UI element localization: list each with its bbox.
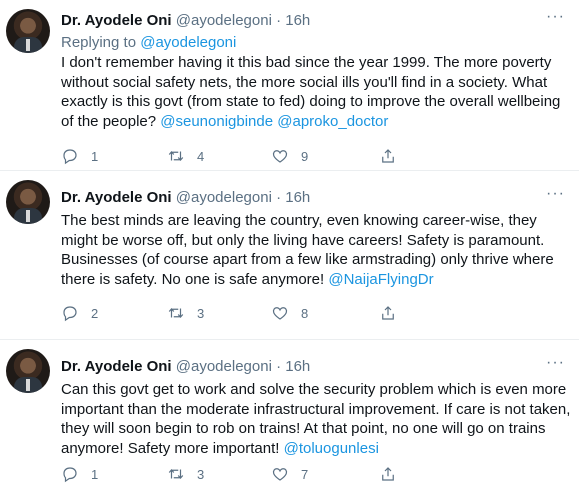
tweet-header: Dr. Ayodele Oni @ayodelegoni · 16h [61, 188, 310, 207]
retweet-button[interactable]: 4 [167, 147, 204, 165]
share-icon [382, 306, 394, 320]
tweet-1[interactable]: Dr. Ayodele Oni @ayodelegoni · 16h ··· R… [0, 0, 579, 170]
reply-button[interactable]: 1 [61, 465, 98, 483]
tweet-header: Dr. Ayodele Oni @ayodelegoni · 16h [61, 11, 310, 30]
reply-icon [63, 306, 77, 322]
reply-count: 1 [91, 148, 99, 164]
tweet-text: Can this govt get to work and solve the … [61, 380, 571, 458]
mention-link[interactable]: @toluogunlesi [284, 440, 379, 457]
tweet-actions: 1 3 7 [61, 465, 501, 485]
more-icon[interactable]: ··· [546, 354, 565, 372]
more-icon[interactable]: ··· [546, 185, 565, 203]
timestamp[interactable]: 16h [285, 358, 310, 375]
like-count: 9 [301, 148, 309, 164]
replying-to: Replying to @ayodelegoni [61, 34, 236, 51]
avatar[interactable] [6, 9, 50, 53]
share-button[interactable] [379, 304, 397, 322]
retweet-icon [168, 307, 184, 319]
like-button[interactable]: 9 [271, 147, 308, 165]
like-icon [272, 468, 288, 481]
mention-link[interactable]: @NaijaFlyingDr [328, 271, 433, 288]
like-icon [272, 307, 288, 320]
retweet-icon [168, 150, 184, 162]
retweet-count: 4 [197, 148, 205, 164]
share-button[interactable] [379, 465, 397, 483]
share-icon [382, 467, 394, 481]
tweet-actions: 1 4 9 [61, 147, 501, 167]
tweet-header: Dr. Ayodele Oni @ayodelegoni · 16h [61, 357, 310, 376]
timestamp[interactable]: 16h [285, 189, 310, 206]
mention-link[interactable]: @aproko_doctor [277, 113, 388, 130]
separator-dot: · [276, 12, 282, 29]
reply-icon [63, 467, 77, 483]
author-handle[interactable]: @ayodelegoni [176, 12, 272, 29]
share-button[interactable] [379, 147, 397, 165]
reply-button[interactable]: 2 [61, 304, 98, 322]
author-handle[interactable]: @ayodelegoni [176, 358, 272, 375]
separator-dot: · [276, 358, 282, 375]
reply-icon [63, 149, 77, 165]
more-icon[interactable]: ··· [546, 8, 565, 26]
replying-to-label: Replying to [61, 34, 137, 51]
author-name[interactable]: Dr. Ayodele Oni [61, 12, 172, 29]
reply-count: 1 [91, 466, 99, 482]
author-name[interactable]: Dr. Ayodele Oni [61, 189, 172, 206]
tweet-text: The best minds are leaving the country, … [61, 211, 571, 289]
timestamp[interactable]: 16h [285, 12, 310, 29]
share-icon [382, 149, 394, 163]
like-button[interactable]: 7 [271, 465, 308, 483]
retweet-button[interactable]: 3 [167, 465, 204, 483]
mention-link[interactable]: @seunonigbinde [160, 113, 273, 130]
tweet-3[interactable]: Dr. Ayodele Oni @ayodelegoni · 16h ··· C… [0, 339, 579, 488]
tweet-body: The best minds are leaving the country, … [61, 212, 554, 288]
retweet-count: 3 [197, 305, 205, 321]
like-count: 7 [301, 466, 309, 482]
replying-to-mention[interactable]: @ayodelegoni [140, 34, 236, 51]
retweet-count: 3 [197, 466, 205, 482]
tweet-text: I don't remember having it this bad sinc… [61, 53, 571, 131]
reply-button[interactable]: 1 [61, 147, 98, 165]
avatar[interactable] [6, 180, 50, 224]
tweet-2[interactable]: Dr. Ayodele Oni @ayodelegoni · 16h ··· T… [0, 170, 579, 340]
retweet-button[interactable]: 3 [167, 304, 204, 322]
author-name[interactable]: Dr. Ayodele Oni [61, 358, 172, 375]
like-count: 8 [301, 305, 309, 321]
like-button[interactable]: 8 [271, 304, 308, 322]
author-handle[interactable]: @ayodelegoni [176, 189, 272, 206]
reply-count: 2 [91, 305, 99, 321]
retweet-icon [168, 468, 184, 480]
separator-dot: · [276, 189, 282, 206]
like-icon [272, 150, 288, 163]
tweet-actions: 2 3 8 [61, 304, 501, 324]
avatar[interactable] [6, 349, 50, 393]
